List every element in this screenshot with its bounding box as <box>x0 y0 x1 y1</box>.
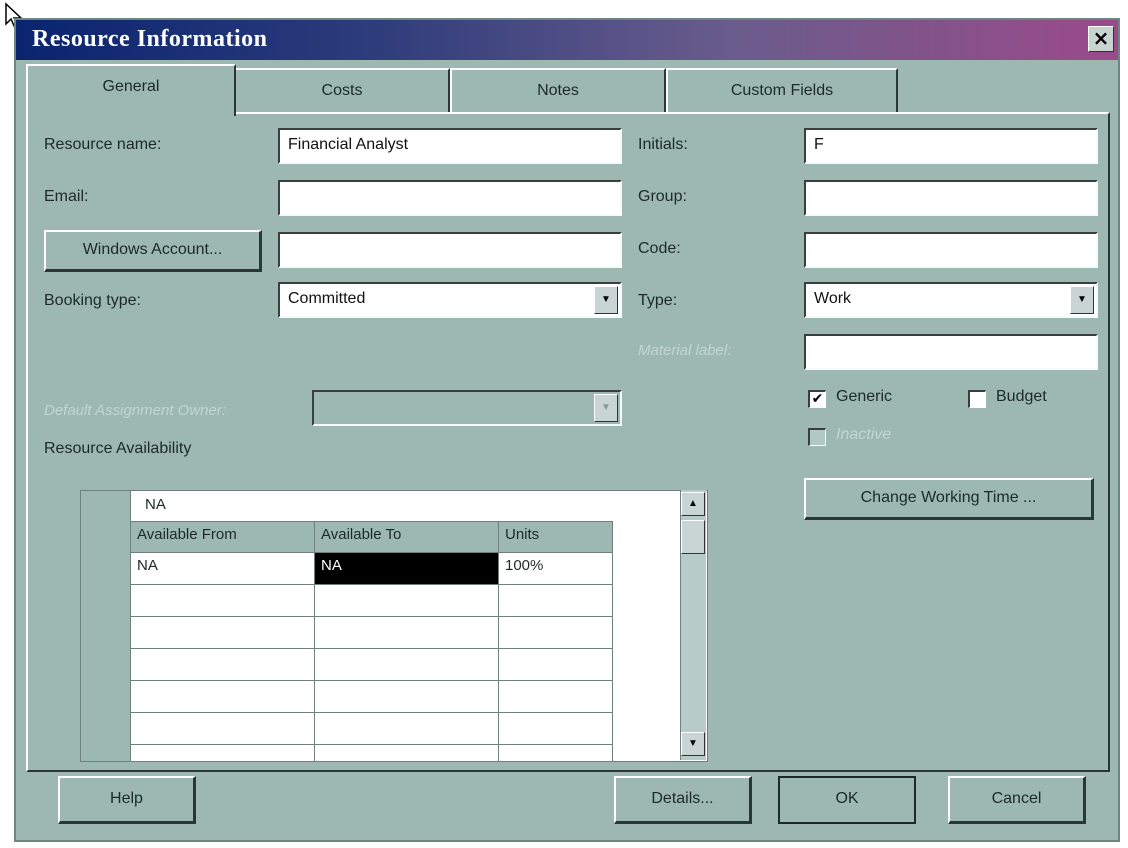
group-label: Group: <box>638 188 687 205</box>
table-cell[interactable] <box>499 585 613 617</box>
email-input[interactable] <box>278 180 622 216</box>
type-select[interactable]: Work ▼ <box>804 282 1098 318</box>
budget-checkbox[interactable] <box>968 390 986 408</box>
scroll-down-icon[interactable]: ▼ <box>681 732 705 756</box>
default-assignment-owner-dropdown-icon: ▼ <box>594 394 618 422</box>
table-cell[interactable] <box>131 649 315 681</box>
table-cell[interactable] <box>315 649 499 681</box>
inactive-checkbox <box>808 428 826 446</box>
title-bar[interactable]: Resource Information × <box>16 20 1118 60</box>
windows-account-input[interactable] <box>278 232 622 268</box>
ok-button[interactable]: OK <box>778 776 916 824</box>
table-cell[interactable] <box>315 681 499 713</box>
column-header-available-from[interactable]: Available From <box>131 521 315 553</box>
table-cell-available-from[interactable]: NA <box>131 553 315 585</box>
table-cell[interactable] <box>131 585 315 617</box>
type-label: Type: <box>638 292 678 309</box>
close-icon: × <box>1092 26 1110 50</box>
booking-type-value: Committed <box>288 290 366 307</box>
table-cell[interactable] <box>499 681 613 713</box>
material-label-input[interactable] <box>804 334 1098 370</box>
grid-vertical-scrollbar[interactable]: ▲ ▼ <box>680 490 706 760</box>
budget-label: Budget <box>996 388 1047 405</box>
default-assignment-owner-label: Default Assignment Owner: <box>44 402 227 419</box>
booking-type-label: Booking type: <box>44 292 141 309</box>
scroll-thumb[interactable] <box>681 520 705 554</box>
table-cell[interactable] <box>131 617 315 649</box>
code-input[interactable] <box>804 232 1098 268</box>
tab-general[interactable]: General <box>26 64 236 116</box>
resource-name-input[interactable]: Financial Analyst <box>278 128 622 164</box>
scroll-up-icon[interactable]: ▲ <box>681 492 705 516</box>
initials-input[interactable]: F <box>804 128 1098 164</box>
table-cell[interactable] <box>315 585 499 617</box>
table-cell-units[interactable]: 100% <box>499 553 613 585</box>
details-button[interactable]: Details... <box>614 776 752 824</box>
tab-notes[interactable]: Notes <box>450 68 666 112</box>
code-label: Code: <box>638 240 681 257</box>
table-cell[interactable] <box>499 617 613 649</box>
table-cell[interactable] <box>499 713 613 745</box>
row-header-column <box>81 491 131 761</box>
table-cell[interactable] <box>131 745 315 761</box>
table-cell-available-to[interactable]: NA <box>315 553 499 585</box>
tab-costs[interactable]: Costs <box>234 68 450 112</box>
initials-label: Initials: <box>638 136 688 153</box>
type-value: Work <box>814 290 852 307</box>
material-label-label: Material label: <box>638 342 732 359</box>
grid-edit-bar[interactable]: NA <box>131 491 681 521</box>
inactive-label: Inactive <box>836 426 892 443</box>
booking-type-dropdown-icon[interactable]: ▼ <box>594 286 618 314</box>
resource-availability-label: Resource Availability <box>44 440 192 457</box>
generic-label: Generic <box>836 388 893 405</box>
resource-information-dialog: Resource Information × Costs Notes Custo… <box>14 18 1120 842</box>
column-header-available-to[interactable]: Available To <box>315 521 499 553</box>
grid-edit-value: NA <box>145 496 166 513</box>
resource-name-label: Resource name: <box>44 136 162 153</box>
table-cell[interactable] <box>499 649 613 681</box>
help-button[interactable]: Help <box>58 776 196 824</box>
table-cell[interactable] <box>131 681 315 713</box>
change-working-time-button[interactable]: Change Working Time ... <box>804 478 1094 520</box>
table-cell[interactable] <box>315 745 499 761</box>
tab-custom-fields[interactable]: Custom Fields <box>666 68 898 112</box>
table-cell[interactable] <box>499 745 613 761</box>
cancel-button[interactable]: Cancel <box>948 776 1086 824</box>
column-header-units[interactable]: Units <box>499 521 613 553</box>
group-input[interactable] <box>804 180 1098 216</box>
type-dropdown-icon[interactable]: ▼ <box>1070 286 1094 314</box>
table-cell[interactable] <box>131 713 315 745</box>
table-cell[interactable] <box>315 617 499 649</box>
table-cell[interactable] <box>315 713 499 745</box>
resource-availability-grid[interactable]: NA Available From Available To Units NA … <box>80 490 708 762</box>
booking-type-select[interactable]: Committed ▼ <box>278 282 622 318</box>
windows-account-button[interactable]: Windows Account... <box>44 230 262 272</box>
dialog-title: Resource Information <box>32 26 268 52</box>
default-assignment-owner-select: ▼ <box>312 390 622 426</box>
email-label: Email: <box>44 188 89 205</box>
generic-checkbox[interactable]: ✔ <box>808 390 826 408</box>
close-button[interactable]: × <box>1088 26 1114 52</box>
